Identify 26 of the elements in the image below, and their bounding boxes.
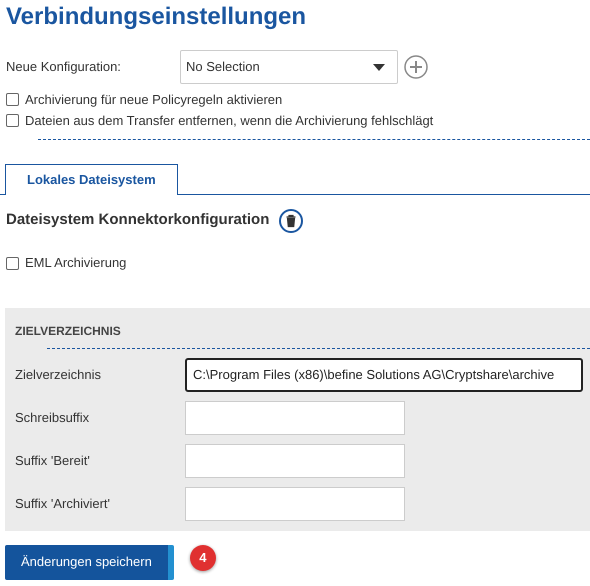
field-label: Zielverzeichnis: [15, 366, 102, 384]
add-icon[interactable]: [404, 55, 428, 79]
input-field[interactable]: [185, 400, 405, 434]
caret-icon: [373, 64, 385, 70]
field-label: Suffix 'Bereit': [15, 452, 91, 470]
field-label: Suffix 'Archiviert': [15, 494, 112, 513]
field-label: Neue Konfiguration:: [6, 58, 122, 76]
save-button[interactable]: Änderungen speichern: [5, 544, 174, 580]
checkbox-label: Dateien aus dem Transfer entfernen, wenn die Archivierung fehlschlägt: [25, 112, 434, 130]
section-heading: Dateisystem Konnektorkonfiguration: [6, 210, 270, 230]
input-field[interactable]: [185, 444, 405, 478]
checkbox[interactable]: [6, 256, 19, 270]
page-title: Verbindungseinstellungen: [6, 2, 308, 32]
field-label: Schreibsuffix: [15, 408, 90, 427]
input-field[interactable]: C:\Program Files (x86)\befine Solutions AG\Cryptshare\archive: [185, 358, 583, 392]
checkbox[interactable]: [6, 93, 19, 106]
checkbox-label: Archivierung für neue Policyregeln aktivieren: [25, 90, 282, 109]
input-field[interactable]: [185, 486, 405, 520]
checkbox-label: EML Archivierung: [25, 254, 126, 272]
checkbox[interactable]: [6, 114, 19, 127]
tab[interactable]: Lokales Dateisystem: [5, 164, 178, 194]
dropdown-value: No Selection: [186, 58, 260, 76]
configuration-dropdown[interactable]: No Selection: [180, 50, 398, 84]
delete-icon[interactable]: [279, 208, 304, 232]
section-heading: ZIELVERZEICHNIS: [15, 322, 122, 340]
step-badge: 4: [190, 544, 216, 570]
